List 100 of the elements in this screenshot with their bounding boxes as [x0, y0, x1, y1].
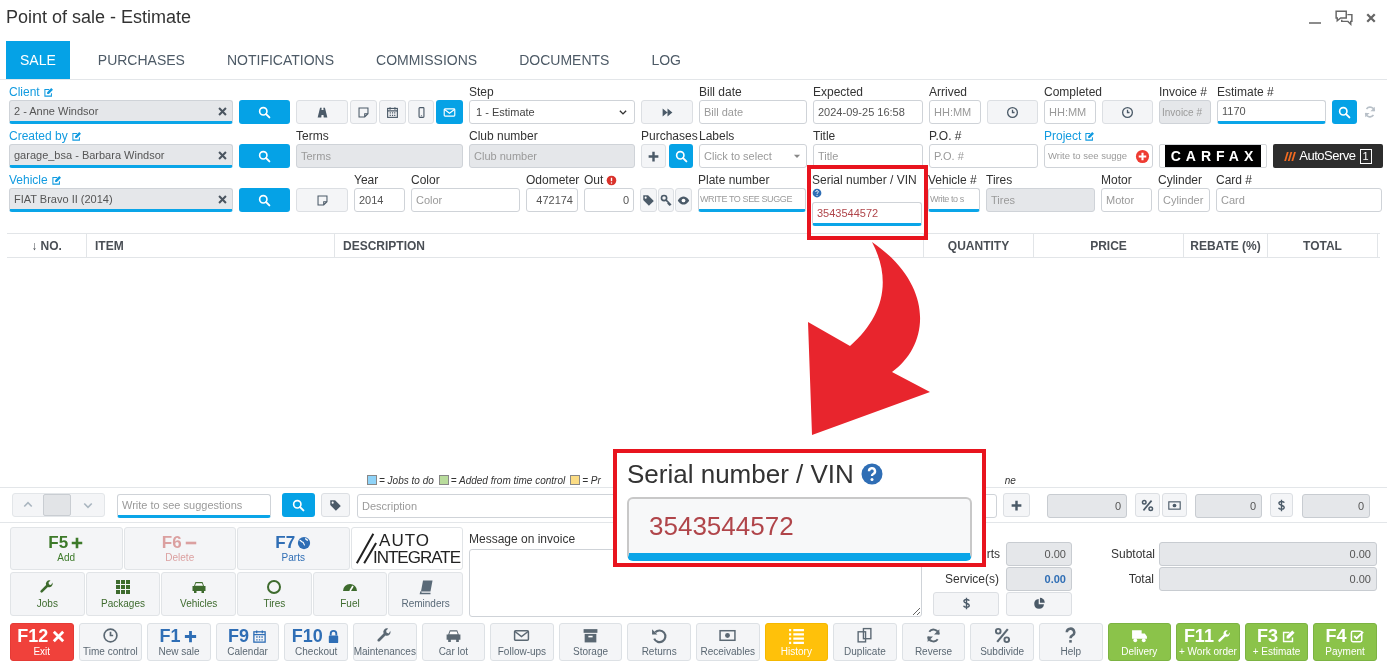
map-button[interactable]: [296, 100, 348, 124]
carfax-logo[interactable]: CARFAX: [1159, 144, 1267, 168]
column-header[interactable]: ITEM: [87, 234, 335, 257]
toolbar-button[interactable]: Time control: [78, 623, 143, 661]
subtotal-field[interactable]: 0.00: [1159, 542, 1377, 566]
dollar-button[interactable]: [1270, 493, 1293, 517]
quantity-field[interactable]: 0: [1047, 493, 1127, 518]
forward-button[interactable]: [641, 100, 693, 124]
invoice-field[interactable]: Invoice #: [1159, 100, 1211, 124]
tab[interactable]: DOCUMENTS: [505, 41, 624, 79]
column-header[interactable]: REBATE (%): [1184, 234, 1268, 257]
clock-button[interactable]: [1102, 100, 1153, 124]
search-button[interactable]: [669, 144, 693, 168]
completed-field[interactable]: HH:MM: [1044, 100, 1096, 124]
toolbar-button[interactable]: Help: [1038, 623, 1103, 661]
bill-date-field[interactable]: Bill date: [699, 100, 807, 124]
add-button[interactable]: [641, 144, 666, 168]
tires-field[interactable]: Tires: [986, 188, 1095, 212]
odometer-field[interactable]: 472174: [526, 188, 578, 212]
search-button[interactable]: [239, 144, 290, 168]
category-button[interactable]: Reminders: [388, 572, 463, 616]
clock-button[interactable]: [987, 100, 1038, 124]
phone-button[interactable]: [408, 100, 434, 124]
edit-icon[interactable]: [1084, 130, 1096, 142]
help-icon[interactable]: [812, 188, 822, 198]
category-button[interactable]: Tires: [237, 572, 312, 616]
amount-button[interactable]: [1162, 493, 1187, 517]
tag-button[interactable]: [321, 493, 350, 517]
column-header[interactable]: ↓ NO.: [7, 234, 87, 257]
motor-field[interactable]: Motor: [1101, 188, 1152, 212]
cylinder-field[interactable]: Cylinder: [1158, 188, 1210, 212]
services-total-field[interactable]: 0.00: [1006, 567, 1072, 591]
percent-button[interactable]: [1135, 493, 1160, 517]
edit-icon[interactable]: [70, 130, 82, 142]
field-label[interactable]: Vehicle: [9, 172, 48, 188]
clear-icon[interactable]: [217, 149, 228, 161]
plate-number-field[interactable]: WRITE TO SEE SUGGE: [698, 188, 806, 212]
field-label[interactable]: Project: [1044, 128, 1082, 144]
function-key-button[interactable]: F5 Add: [10, 527, 123, 570]
club-number-field[interactable]: Club number: [469, 144, 635, 168]
toolbar-button[interactable]: Maintenances: [352, 623, 417, 661]
po-field[interactable]: P.O. #: [929, 144, 1038, 168]
expected-field[interactable]: 2024-09-25 16:58: [813, 100, 923, 124]
search-button[interactable]: [239, 100, 290, 124]
autoserve-logo[interactable]: AutoServe 1: [1273, 144, 1383, 168]
total-field[interactable]: 0: [1302, 493, 1370, 518]
search-button[interactable]: [1332, 100, 1357, 124]
field-label[interactable]: Created by: [9, 128, 68, 144]
toolbar-button[interactable]: Returns: [627, 623, 691, 661]
add-icon[interactable]: [1135, 148, 1150, 164]
tab[interactable]: LOG: [637, 41, 695, 79]
toolbar-button[interactable]: Duplicate: [833, 623, 897, 661]
card-field[interactable]: Card: [1216, 188, 1382, 212]
column-header[interactable]: PRICE: [1034, 234, 1184, 257]
tag-button[interactable]: [640, 188, 657, 212]
toolbar-button[interactable]: Storage: [558, 623, 623, 661]
year-field[interactable]: 2014: [354, 188, 405, 212]
email-button[interactable]: [436, 100, 463, 124]
tab[interactable]: NOTIFICATIONS: [212, 41, 349, 79]
view-button[interactable]: [675, 188, 692, 212]
edit-icon[interactable]: [42, 86, 54, 98]
title-field[interactable]: Title: [813, 144, 923, 168]
toolbar-button[interactable]: Follow-ups: [490, 623, 554, 661]
tab[interactable]: COMMISSIONS: [362, 41, 492, 79]
toolbar-button[interactable]: Car lot: [421, 623, 486, 661]
category-button[interactable]: Vehicles: [161, 572, 236, 616]
calendar-button[interactable]: [379, 100, 406, 124]
toolbar-button[interactable]: F12 Exit: [10, 623, 74, 661]
clear-icon[interactable]: [217, 193, 228, 205]
toolbar-button[interactable]: Receivables: [695, 623, 760, 661]
step-select[interactable]: 1 - Estimate: [469, 100, 635, 124]
function-key-button[interactable]: F7 Parts: [237, 527, 350, 570]
field-label[interactable]: Client: [9, 84, 40, 100]
column-header[interactable]: QUANTITY: [924, 234, 1034, 257]
item-search-field[interactable]: Write to see suggestions: [117, 494, 271, 518]
autointegrate-logo[interactable]: AUTO INTEGRATE: [350, 527, 463, 570]
chart-button[interactable]: [1006, 591, 1072, 616]
category-button[interactable]: Packages: [85, 572, 161, 616]
toolbar-button[interactable]: F1 New sale: [147, 623, 211, 661]
out-field[interactable]: 0: [584, 188, 634, 212]
edit-icon[interactable]: [50, 174, 62, 186]
close-icon[interactable]: [1365, 11, 1377, 24]
client-field[interactable]: 2 - Anne Windsor: [9, 100, 233, 124]
note-button[interactable]: [350, 100, 377, 124]
search-button[interactable]: [239, 188, 290, 212]
parts-total-field[interactable]: 0.00: [1006, 542, 1072, 566]
created-by-field[interactable]: garage_bsa - Barbara Windsor: [9, 144, 233, 168]
category-button[interactable]: Jobs: [10, 572, 85, 616]
arrived-field[interactable]: HH:MM: [929, 100, 981, 124]
toolbar-button[interactable]: Reverse: [901, 623, 966, 661]
serial-number-field[interactable]: 3543544572: [627, 497, 972, 561]
tab[interactable]: PURCHASES: [83, 41, 199, 79]
grand-total-field[interactable]: 0.00: [1159, 567, 1377, 591]
vehicle-field[interactable]: FIAT Bravo II (2014): [9, 188, 233, 212]
toolbar-button[interactable]: F10 Checkout: [284, 623, 348, 661]
terms-field[interactable]: Terms: [296, 144, 463, 168]
estimate-field[interactable]: 1170: [1217, 100, 1326, 124]
currency-button[interactable]: [933, 591, 999, 616]
toolbar-button[interactable]: F9 Calendar: [215, 623, 280, 661]
add-button[interactable]: [1003, 493, 1030, 517]
